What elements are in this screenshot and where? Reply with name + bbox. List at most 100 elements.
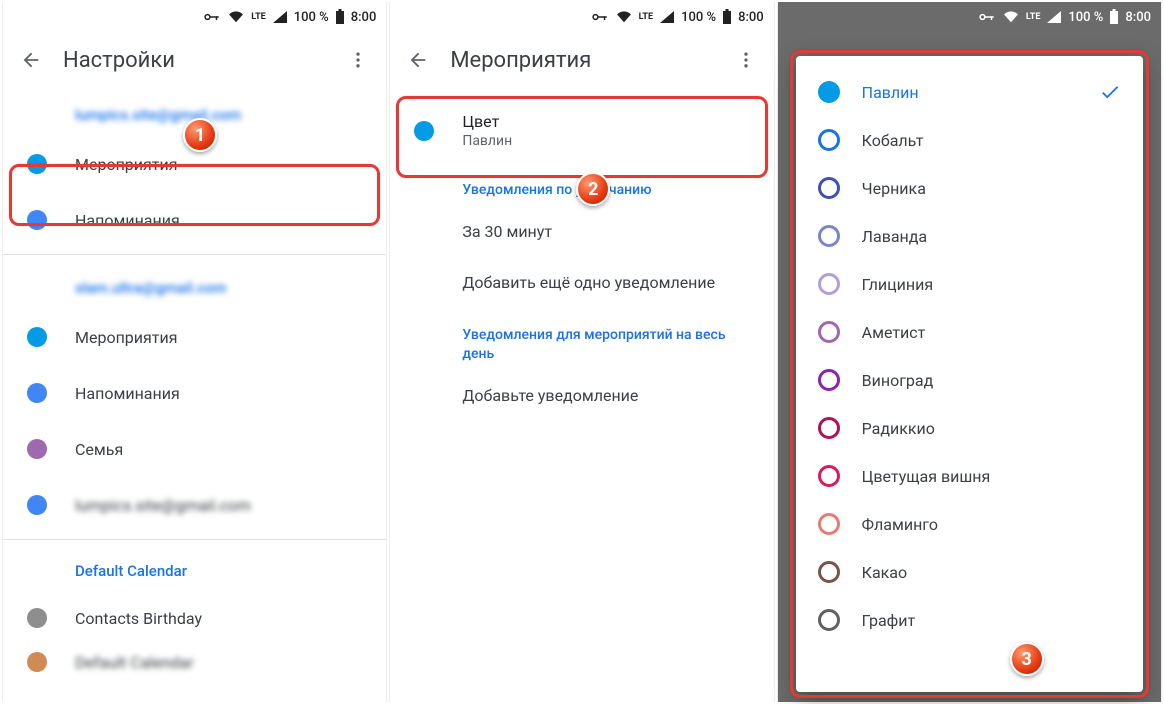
clock-text: 8:00 <box>1125 10 1151 25</box>
color-option[interactable]: Глициния <box>796 260 1143 308</box>
notification-30min[interactable]: За 30 минут <box>390 206 773 257</box>
color-option-label: Черника <box>862 179 1121 198</box>
app-header: Мероприятия <box>390 32 773 88</box>
color-option-label: Радиккио <box>862 419 1121 438</box>
section-allday-notifications: Уведомления для мероприятий на весь день <box>390 308 773 370</box>
color-option[interactable]: Аметист <box>796 308 1143 356</box>
color-option[interactable]: Кобальт <box>796 116 1143 164</box>
settings-item-contacts-birthday[interactable]: Contacts Birthday <box>3 590 386 646</box>
color-dot <box>27 495 47 515</box>
color-option-label: Цветущая вишня <box>862 467 1121 486</box>
color-option[interactable]: Черника <box>796 164 1143 212</box>
color-swatch <box>818 225 840 247</box>
settings-item-label: Напоминания <box>75 384 180 403</box>
section-default-calendar: Default Calendar <box>3 546 386 590</box>
screen-events: LTE 100 % 8:00 Мероприятия Цвет Павлин У… <box>389 2 774 702</box>
settings-item-label: Напоминания <box>75 211 180 230</box>
color-swatch <box>818 177 840 199</box>
settings-item-shared-cal[interactable]: lumpics.site@gmail.com <box>3 477 386 533</box>
color-dot <box>27 154 47 174</box>
divider <box>3 254 386 255</box>
header-title: Настройки <box>51 48 338 73</box>
settings-item-default-calendar[interactable]: Default Calendar <box>3 646 386 678</box>
color-option-label: Какао <box>862 563 1121 582</box>
pref-title: Цвет <box>462 112 512 131</box>
lte-icon: LTE <box>1026 13 1041 22</box>
color-option[interactable]: Лаванда <box>796 212 1143 260</box>
settings-item-reminders-2[interactable]: Напоминания <box>3 365 386 421</box>
clock-text: 8:00 <box>351 10 377 25</box>
overflow-menu-button[interactable] <box>726 40 766 80</box>
color-dot <box>414 121 434 141</box>
battery-text: 100 % <box>1068 10 1103 25</box>
color-swatch <box>818 561 840 583</box>
add-allday-notification[interactable]: Добавьте уведомление <box>390 370 773 421</box>
settings-list: lumpics.site@gmail.com Мероприятия Напом… <box>3 88 386 702</box>
color-swatch <box>818 417 840 439</box>
color-option[interactable]: Графит <box>796 596 1143 644</box>
wifi-icon <box>615 10 633 24</box>
step-badge-3: 3 <box>1010 642 1044 676</box>
color-swatch <box>818 273 840 295</box>
color-option-label: Павлин <box>862 83 1099 102</box>
back-button[interactable] <box>11 40 51 80</box>
settings-item-label: Default Calendar <box>75 653 194 672</box>
screen-color-picker: LTE 100 % 8:00 Павлин Кобальт Черника Лаван… <box>777 2 1162 702</box>
header-title: Мероприятия <box>438 48 725 73</box>
status-bar: LTE 100 % 8:00 <box>390 2 773 32</box>
color-picker-dialog: Павлин Кобальт Черника Лаванда Глициния Амети… <box>796 56 1143 692</box>
overflow-menu-button[interactable] <box>338 40 378 80</box>
lte-icon: LTE <box>639 13 654 22</box>
color-option[interactable]: Павлин <box>796 68 1143 116</box>
color-option-label: Фламинго <box>862 515 1121 534</box>
color-option[interactable]: Фламинго <box>796 500 1143 548</box>
settings-item-label: Contacts Birthday <box>75 609 202 628</box>
color-option-label: Кобальт <box>862 131 1121 150</box>
color-preference-row[interactable]: Цвет Павлин <box>390 88 773 163</box>
settings-item-family[interactable]: Семья <box>3 421 386 477</box>
color-swatch <box>818 129 840 151</box>
battery-icon <box>1109 9 1119 25</box>
battery-text: 100 % <box>681 10 716 25</box>
color-dot <box>27 383 47 403</box>
status-bar: LTE 100 % 8:00 <box>778 2 1161 32</box>
color-option[interactable]: Какао <box>796 548 1143 596</box>
vpn-key-icon <box>591 11 609 23</box>
lte-icon: LTE <box>251 13 266 22</box>
color-option[interactable]: Виноград <box>796 356 1143 404</box>
add-notification[interactable]: Добавить ещё одно уведомление <box>390 257 773 308</box>
color-option-label: Аметист <box>862 323 1121 342</box>
back-button[interactable] <box>398 40 438 80</box>
color-swatch <box>818 321 840 343</box>
color-option-label: Виноград <box>862 371 1121 390</box>
color-swatch <box>818 81 840 103</box>
clock-text: 8:00 <box>738 10 764 25</box>
settings-item-label: Мероприятия <box>75 155 178 174</box>
screen-settings: LTE 100 % 8:00 Настройки lumpics.site@gm… <box>2 2 387 702</box>
signal-icon <box>272 10 288 24</box>
account-email-2[interactable]: slam.ultra@gmail.com <box>3 261 386 309</box>
step-badge-1: 1 <box>183 118 217 152</box>
settings-item-events-2[interactable]: Мероприятия <box>3 309 386 365</box>
color-option[interactable]: Цветущая вишня <box>796 452 1143 500</box>
color-swatch <box>818 513 840 535</box>
settings-item-reminders-1[interactable]: Напоминания <box>3 192 386 248</box>
color-dot <box>27 210 47 230</box>
color-swatch <box>818 369 840 391</box>
wifi-icon <box>1002 10 1020 24</box>
signal-icon <box>1046 10 1062 24</box>
color-dot <box>27 608 47 628</box>
signal-icon <box>659 10 675 24</box>
color-dot <box>27 439 47 459</box>
color-dot <box>27 327 47 347</box>
color-dot <box>27 652 47 672</box>
color-swatch <box>818 465 840 487</box>
wifi-icon <box>227 10 245 24</box>
account-email-text: slam.ultra@gmail.com <box>75 279 226 297</box>
settings-item-label: Семья <box>75 440 123 459</box>
color-option[interactable]: Радиккио <box>796 404 1143 452</box>
settings-item-label: Мероприятия <box>75 328 178 347</box>
battery-text: 100 % <box>294 10 329 25</box>
battery-icon <box>722 9 732 25</box>
color-option-label: Глициния <box>862 275 1121 294</box>
